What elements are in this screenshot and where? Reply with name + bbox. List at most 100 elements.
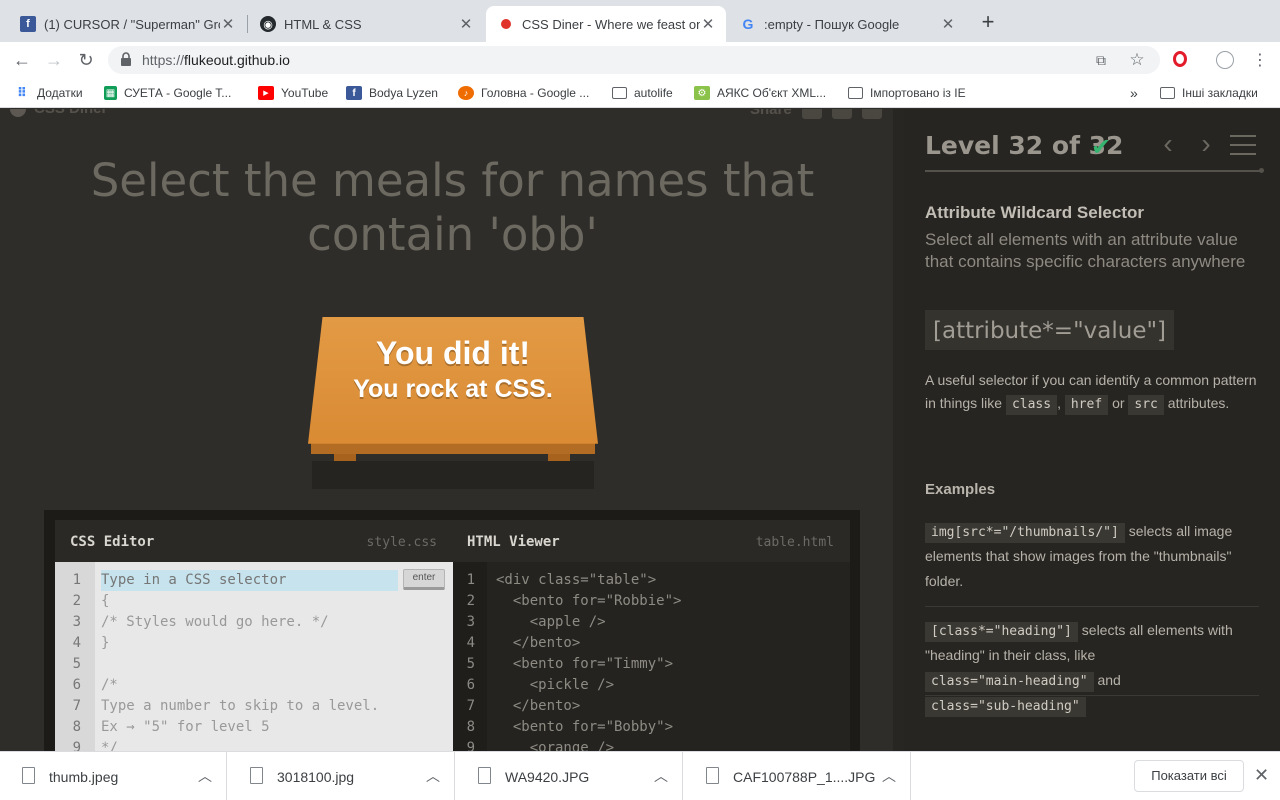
bookmark-other[interactable]: Інші закладки bbox=[1160, 84, 1258, 102]
markup-line[interactable]: 5 <bento for="Timmy"> bbox=[453, 654, 850, 675]
download-item[interactable]: CAF100788P_1....JPG ︿ bbox=[684, 752, 911, 800]
tab-google-search[interactable]: G :empty - Пошук Google ✕ bbox=[728, 6, 966, 42]
url-text[interactable]: https://flukeout.github.io bbox=[142, 52, 290, 68]
bookmark-imported-ie[interactable]: Імпортовано із IE bbox=[848, 84, 966, 102]
logo-icon bbox=[10, 109, 26, 117]
file-icon bbox=[706, 767, 719, 784]
tab-strip: f (1) CURSOR / "Superman" Grou ✕ ◉ HTML … bbox=[0, 0, 1280, 42]
selector-hint: A useful selector if you can identify a … bbox=[925, 369, 1265, 415]
address-bar[interactable]: https://flukeout.github.io ⧉ ☆ bbox=[108, 46, 1160, 74]
hint-text: or bbox=[1112, 395, 1125, 411]
chevron-up-icon[interactable]: ︿ bbox=[426, 766, 440, 786]
level-menu-icon[interactable] bbox=[1230, 133, 1258, 157]
markup-line[interactable]: 1 <div class="table"> bbox=[453, 570, 850, 591]
reload-button[interactable]: ↻ bbox=[74, 48, 98, 72]
image-file-icon bbox=[250, 767, 263, 784]
bookmark-autolife[interactable]: autolife bbox=[612, 84, 673, 102]
css-editor-header: CSS Editor style.css bbox=[55, 520, 453, 562]
game-area: CSS Diner Share Select the meals for nam… bbox=[0, 109, 893, 751]
enter-button[interactable]: enter bbox=[403, 569, 445, 590]
back-button[interactable]: ← bbox=[10, 48, 34, 72]
youtube-icon: ▶ bbox=[258, 86, 274, 100]
bookmark-sheets[interactable]: ▦ СУЕТА - Google T... bbox=[104, 84, 231, 102]
twitter-share-icon[interactable] bbox=[862, 109, 882, 119]
new-tab-button[interactable]: + bbox=[976, 10, 1000, 34]
close-tab-icon[interactable]: ✕ bbox=[220, 15, 236, 33]
email-share-icon[interactable] bbox=[802, 109, 822, 119]
show-all-downloads-button[interactable]: Показати всі bbox=[1134, 760, 1244, 792]
tab-html-css[interactable]: ◉ HTML & CSS ✕ bbox=[248, 6, 484, 42]
close-icon[interactable]: ✕ bbox=[1254, 765, 1269, 786]
close-tab-icon[interactable]: ✕ bbox=[940, 15, 956, 33]
markup-line[interactable]: 7 </bento> bbox=[453, 696, 850, 717]
bookmark-google-music[interactable]: ♪ Головна - Google ... bbox=[458, 84, 589, 102]
facebook-share-icon[interactable] bbox=[832, 109, 852, 119]
download-item[interactable]: thumb.jpeg ︿ bbox=[0, 752, 227, 800]
editor-panel: CSS Editor style.css 1 enter 2{ 3/* Styl… bbox=[44, 510, 860, 751]
chevron-up-icon[interactable]: ︿ bbox=[654, 766, 668, 786]
chevron-up-icon[interactable]: ︿ bbox=[198, 766, 212, 786]
code-line: 3/* Styles would go here. */ bbox=[72, 614, 329, 630]
browser-toolbar: ← → ↻ https://flukeout.github.io ⧉ ☆ ⋮ bbox=[0, 42, 1280, 78]
table-shadow bbox=[312, 461, 594, 489]
sheets-icon: ▦ bbox=[104, 86, 117, 100]
facebook-icon: f bbox=[346, 86, 362, 100]
download-file-name: CAF100788P_1....JPG bbox=[733, 769, 876, 785]
close-tab-icon[interactable]: ✕ bbox=[458, 15, 474, 33]
next-level-button[interactable]: › bbox=[1194, 129, 1218, 159]
translate-icon[interactable]: ⧉ bbox=[1092, 51, 1110, 69]
opera-icon[interactable] bbox=[1170, 51, 1190, 71]
facebook-icon: f bbox=[20, 16, 36, 32]
bookmark-apps[interactable]: ⠿ Додатки bbox=[14, 84, 83, 102]
line-number: 1 bbox=[72, 572, 81, 588]
tab-css-diner[interactable]: CSS Diner - Where we feast on ✕ bbox=[486, 6, 726, 42]
markup-line[interactable]: 6 <pickle /> bbox=[453, 675, 850, 696]
markup-line[interactable]: 2 <bento for="Robbie"> bbox=[453, 591, 850, 612]
css-diner-logo[interactable]: CSS Diner bbox=[10, 109, 107, 117]
bookmark-label: YouTube bbox=[281, 86, 329, 100]
bookmark-label: Інші закладки bbox=[1182, 86, 1258, 100]
example-text: and bbox=[1097, 672, 1121, 688]
folder-icon bbox=[848, 87, 863, 99]
code-line: 8 Ex → "5" for level 5 bbox=[72, 719, 270, 735]
example-item: [class*="heading"] selects all elements … bbox=[925, 618, 1263, 718]
menu-dots-icon[interactable]: ⋮ bbox=[1250, 51, 1270, 71]
profile-avatar[interactable] bbox=[1215, 51, 1235, 71]
close-tab-icon[interactable]: ✕ bbox=[700, 15, 716, 33]
page-content: CSS Diner Share Select the meals for nam… bbox=[0, 109, 1280, 751]
bookmarks-bar: ⠿ Додатки ▦ СУЕТА - Google T... ▶ YouTub… bbox=[0, 78, 1280, 108]
html-viewer-pane: HTML Viewer table.html 1 <div class="tabl… bbox=[453, 520, 850, 751]
bookmark-youtube[interactable]: ▶ YouTube bbox=[258, 84, 328, 102]
markup-line[interactable]: 3 <apple /> bbox=[453, 612, 850, 633]
previous-level-button[interactable]: ‹ bbox=[1156, 129, 1180, 159]
folder-icon bbox=[1160, 87, 1175, 99]
tab-facebook[interactable]: f (1) CURSOR / "Superman" Grou ✕ bbox=[8, 6, 246, 42]
bookmark-bodya[interactable]: f Bodya Lyzen bbox=[346, 84, 438, 102]
html-code-body: 1 <div class="table"> 2 <bento for="Robbi… bbox=[453, 562, 850, 751]
html-viewer-header: HTML Viewer table.html bbox=[453, 520, 850, 562]
download-item[interactable]: 3018100.jpg ︿ bbox=[228, 752, 455, 800]
bookmark-ajax[interactable]: ⚙ АЯКС Об'єкт XML... bbox=[694, 84, 826, 102]
bookmark-label: Додатки bbox=[37, 86, 83, 100]
hint-text: , bbox=[1057, 395, 1061, 411]
html-viewer-title: HTML Viewer bbox=[467, 534, 560, 550]
bookmark-star-icon[interactable]: ☆ bbox=[1128, 51, 1146, 69]
css-selector-input[interactable] bbox=[101, 570, 398, 591]
code-line: 4} bbox=[72, 635, 110, 651]
code-line: 9 */ bbox=[72, 740, 118, 751]
file-icon bbox=[478, 767, 491, 784]
hint-text: attributes. bbox=[1167, 395, 1230, 411]
code-snippet: class="main-heading" bbox=[925, 672, 1094, 692]
bookmarks-overflow-button[interactable]: » bbox=[1130, 84, 1138, 102]
examples-heading: Examples bbox=[925, 481, 996, 498]
markup-line[interactable]: 9 <orange /> bbox=[453, 738, 850, 751]
markup-line[interactable]: 8 <bento for="Bobby"> bbox=[453, 717, 850, 738]
bookmark-label: autolife bbox=[634, 86, 673, 100]
markup-line[interactable]: 4 </bento> bbox=[453, 633, 850, 654]
css-file-name: style.css bbox=[366, 535, 437, 550]
chevron-up-icon[interactable]: ︿ bbox=[882, 766, 896, 786]
forward-button[interactable]: → bbox=[42, 48, 66, 72]
download-item[interactable]: WA9420.JPG ︿ bbox=[456, 752, 683, 800]
download-bar: thumb.jpeg ︿ 3018100.jpg ︿ WA9420.JPG ︿ … bbox=[0, 751, 1280, 800]
check-icon: ✔ bbox=[1091, 134, 1112, 161]
